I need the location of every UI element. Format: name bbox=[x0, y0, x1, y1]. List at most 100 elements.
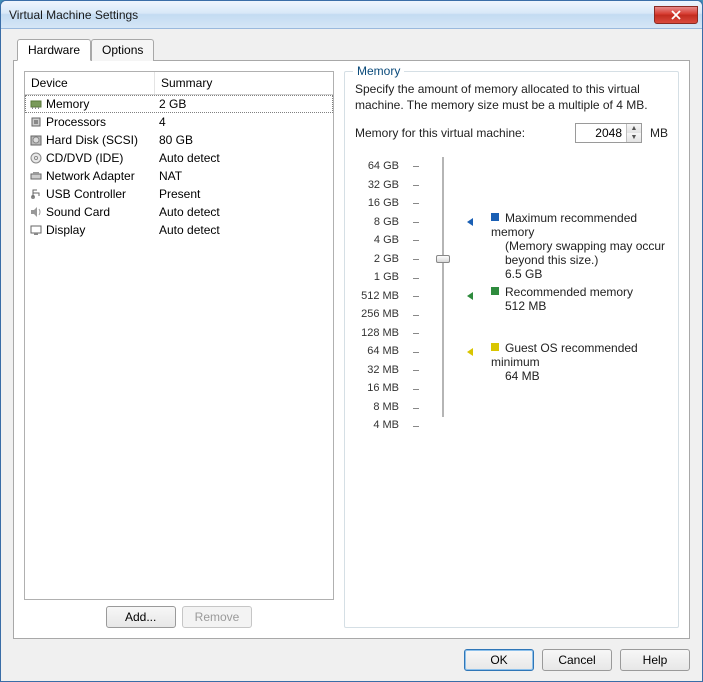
cd-icon bbox=[29, 151, 43, 165]
memory-group: Memory Specify the amount of memory allo… bbox=[344, 71, 679, 628]
panel: Device Summary Memory 2 GB Processors 4 Hard… bbox=[13, 60, 690, 639]
device-summary: 2 GB bbox=[155, 97, 333, 111]
tick-label: 16 MB bbox=[355, 379, 399, 398]
legend-min-value: 64 MB bbox=[491, 369, 668, 383]
device-row[interactable]: Processors 4 bbox=[25, 113, 333, 131]
tick-label: 512 MB bbox=[355, 287, 399, 306]
display-icon bbox=[29, 223, 43, 237]
device-buttons: Add... Remove bbox=[24, 600, 334, 628]
memory-unit: MB bbox=[650, 126, 668, 140]
tick-label: 8 MB bbox=[355, 398, 399, 417]
header-device[interactable]: Device bbox=[25, 72, 155, 94]
marker-rec-icon bbox=[465, 291, 475, 301]
titlebar[interactable]: Virtual Machine Settings bbox=[1, 1, 702, 29]
left-column: Device Summary Memory 2 GB Processors 4 Hard… bbox=[24, 71, 334, 628]
tick-label: 16 GB bbox=[355, 194, 399, 213]
spin-up-icon[interactable]: ▲ bbox=[627, 124, 641, 133]
slider-rail bbox=[442, 157, 444, 417]
legend-rec: Recommended memory512 MB bbox=[491, 285, 633, 313]
device-name: Network Adapter bbox=[46, 169, 135, 183]
device-row[interactable]: Hard Disk (SCSI) 80 GB bbox=[25, 131, 333, 149]
tick-label: 64 MB bbox=[355, 342, 399, 361]
marker-max-icon bbox=[465, 217, 475, 227]
tick-label: 2 GB bbox=[355, 250, 399, 269]
marker-min-icon bbox=[465, 347, 475, 357]
tick-label: 8 GB bbox=[355, 213, 399, 232]
tick-label: 4 GB bbox=[355, 231, 399, 250]
device-name: Sound Card bbox=[46, 205, 110, 219]
client-area: Hardware Options Device Summary Memory 2 … bbox=[1, 29, 702, 681]
bottom-bar: OK Cancel Help bbox=[13, 639, 690, 671]
sound-icon bbox=[29, 205, 43, 219]
tick-label: 64 GB bbox=[355, 157, 399, 176]
tab-options[interactable]: Options bbox=[91, 39, 154, 61]
cpu-icon bbox=[29, 115, 43, 129]
window: Virtual Machine Settings Hardware Option… bbox=[0, 0, 703, 682]
memory-spinner[interactable]: ▲ ▼ bbox=[575, 123, 642, 143]
net-icon bbox=[29, 169, 43, 183]
memory-icon bbox=[29, 97, 43, 111]
ok-button[interactable]: OK bbox=[464, 649, 534, 671]
device-name: Hard Disk (SCSI) bbox=[46, 133, 138, 147]
device-row[interactable]: Network Adapter NAT bbox=[25, 167, 333, 185]
window-title: Virtual Machine Settings bbox=[9, 8, 654, 22]
memory-input[interactable] bbox=[576, 124, 626, 142]
close-icon bbox=[671, 10, 681, 20]
legend-rec-value: 512 MB bbox=[491, 299, 633, 313]
legend-min-title: Guest OS recommended minimum bbox=[491, 341, 638, 369]
device-name: Processors bbox=[46, 115, 106, 129]
device-row[interactable]: Sound Card Auto detect bbox=[25, 203, 333, 221]
help-button[interactable]: Help bbox=[620, 649, 690, 671]
memory-slider[interactable] bbox=[435, 157, 451, 417]
device-summary: 80 GB bbox=[155, 133, 333, 147]
cancel-button[interactable]: Cancel bbox=[542, 649, 612, 671]
tab-hardware[interactable]: Hardware bbox=[17, 39, 91, 61]
device-name: Display bbox=[46, 223, 85, 237]
tick-label: 32 MB bbox=[355, 361, 399, 380]
memory-label: Memory for this virtual machine: bbox=[355, 126, 525, 140]
right-column: Memory Specify the amount of memory allo… bbox=[344, 71, 679, 628]
tick-dashes bbox=[413, 157, 421, 417]
tick-labels: 64 GB32 GB16 GB8 GB4 GB2 GB1 GB512 MB256… bbox=[355, 157, 399, 417]
device-row[interactable]: Display Auto detect bbox=[25, 221, 333, 239]
device-row[interactable]: Memory 2 GB bbox=[25, 95, 333, 113]
device-name: Memory bbox=[46, 97, 89, 111]
device-summary: Auto detect bbox=[155, 151, 333, 165]
slider-markers bbox=[465, 157, 477, 417]
memory-input-row: Memory for this virtual machine: ▲ ▼ MB bbox=[355, 123, 668, 143]
add-button[interactable]: Add... bbox=[106, 606, 176, 628]
tick-label: 128 MB bbox=[355, 324, 399, 343]
tick-label: 32 GB bbox=[355, 176, 399, 195]
device-name: CD/DVD (IDE) bbox=[46, 151, 123, 165]
header-summary[interactable]: Summary bbox=[155, 72, 333, 94]
legend-min-color-icon bbox=[491, 343, 499, 351]
device-row[interactable]: CD/DVD (IDE) Auto detect bbox=[25, 149, 333, 167]
legend-rec-title: Recommended memory bbox=[505, 285, 633, 299]
device-row[interactable]: USB Controller Present bbox=[25, 185, 333, 203]
spin-down-icon[interactable]: ▼ bbox=[627, 133, 641, 142]
slider-block: 64 GB32 GB16 GB8 GB4 GB2 GB1 GB512 MB256… bbox=[355, 157, 668, 417]
usb-icon bbox=[29, 187, 43, 201]
device-header: Device Summary bbox=[25, 72, 333, 95]
tick-label: 256 MB bbox=[355, 305, 399, 324]
close-button[interactable] bbox=[654, 6, 698, 24]
legend-max-value: 6.5 GB bbox=[491, 267, 668, 281]
device-summary: Auto detect bbox=[155, 205, 333, 219]
device-summary: 4 bbox=[155, 115, 333, 129]
legend-min: Guest OS recommended minimum64 MB bbox=[491, 341, 668, 383]
tick-label: 4 MB bbox=[355, 416, 399, 435]
device-summary: Present bbox=[155, 187, 333, 201]
device-summary: Auto detect bbox=[155, 223, 333, 237]
device-summary: NAT bbox=[155, 169, 333, 183]
slider-thumb[interactable] bbox=[436, 255, 450, 263]
legend-max-title: Maximum recommended memory bbox=[491, 211, 637, 239]
disk-icon bbox=[29, 133, 43, 147]
memory-desc: Specify the amount of memory allocated t… bbox=[355, 82, 668, 113]
legend-max: Maximum recommended memory(Memory swappi… bbox=[491, 211, 668, 281]
tick-label: 1 GB bbox=[355, 268, 399, 287]
remove-button: Remove bbox=[182, 606, 253, 628]
legend-rec-color-icon bbox=[491, 287, 499, 295]
legend-max-color-icon bbox=[491, 213, 499, 221]
device-list[interactable]: Device Summary Memory 2 GB Processors 4 Hard… bbox=[24, 71, 334, 600]
device-name: USB Controller bbox=[46, 187, 126, 201]
